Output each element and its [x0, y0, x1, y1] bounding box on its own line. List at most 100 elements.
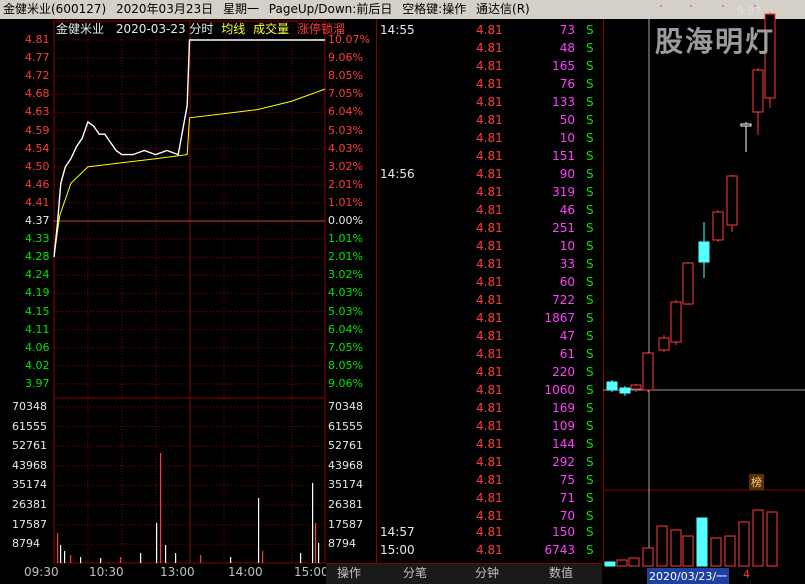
volume-tick-label: 70348 — [328, 400, 363, 413]
tick-price: 4.81 — [476, 275, 503, 289]
volume-bar — [160, 453, 162, 563]
tick-row: 4.81 722 S — [376, 291, 602, 309]
pct-tick-label: 10.07% — [328, 33, 370, 46]
tab-operate[interactable]: 操作 — [330, 563, 368, 583]
tick-volume: 76 — [559, 77, 575, 91]
tick-time: 14:56 — [380, 167, 415, 181]
tick-volume: 60 — [559, 275, 575, 289]
tick-row: 14:55 4.81 73 S — [376, 21, 602, 39]
tick-price: 4.81 — [476, 401, 503, 415]
tick-row: 4.81 71 S — [376, 489, 602, 507]
tick-side: S — [586, 257, 594, 271]
volume-bar — [70, 555, 72, 563]
tick-price: 4.81 — [476, 59, 503, 73]
kline-volume-bars — [604, 509, 778, 567]
price-tick-label: 4.59 — [25, 123, 50, 137]
price-tick-label: 4.28 — [25, 250, 50, 264]
tick-price: 4.81 — [476, 239, 503, 253]
volume-tick-label: 26381 — [328, 498, 363, 511]
tick-price: 4.81 — [476, 473, 503, 487]
tick-price: 4.81 — [476, 95, 503, 109]
tick-side: S — [586, 113, 594, 127]
price-tick-label: 4.06 — [25, 340, 50, 354]
intraday-chart[interactable] — [0, 19, 376, 564]
candle-body — [642, 352, 654, 391]
tick-price: 4.81 — [476, 525, 503, 539]
candle-body — [658, 337, 670, 351]
tick-row: 4.81 251 S — [376, 219, 602, 237]
tick-row: 4.81 47 S — [376, 327, 602, 345]
tick-price: 4.81 — [476, 257, 503, 271]
pct-tick-label: 4.03% — [328, 141, 363, 155]
pct-tick-label: 4.03% — [328, 286, 363, 300]
tick-side: S — [586, 275, 594, 289]
volume-bars — [57, 453, 320, 563]
pct-tick-label: 2.01% — [328, 250, 363, 264]
price-tick-label: 4.11 — [25, 322, 50, 336]
pct-tick-label: 5.03% — [328, 304, 363, 318]
volume-tick-label: 17587 — [328, 517, 363, 531]
tick-time: 15:00 — [380, 543, 415, 557]
tick-side: S — [586, 401, 594, 415]
tick-row: 4.81 133 S — [376, 93, 602, 111]
volume-bar — [120, 557, 122, 563]
tick-side: S — [586, 329, 594, 343]
tick-price: 4.81 — [476, 419, 503, 433]
kline-volume-bar — [604, 561, 616, 567]
time-label: 09:30 — [24, 565, 59, 579]
volume-bar — [165, 545, 167, 563]
tick-row: 4.81 33 S — [376, 255, 602, 273]
kline-volume-bar — [628, 557, 640, 567]
volume-tick-label: 35174 — [12, 478, 47, 492]
pct-tick-label: 1.01% — [328, 195, 363, 209]
kline-chart[interactable]: 股海明灯 9.87 榜 2020/03/23/一 4 — [603, 0, 805, 584]
kline-volume-bar — [656, 525, 668, 567]
tick-row: 4.81 151 S — [376, 147, 602, 165]
volume-tick-label: 70348 — [12, 400, 47, 413]
tick-volume: 1867 — [544, 311, 575, 325]
volume-tick-label: 8794 — [328, 537, 356, 551]
price-tick-label: 4.54 — [25, 141, 50, 155]
pct-tick-label: 2.01% — [328, 177, 363, 191]
tick-time: 14:57 — [380, 525, 415, 539]
pct-tick-label: 5.03% — [328, 123, 363, 137]
high-price-label: 9.87 — [737, 5, 762, 18]
tick-price: 4.81 — [476, 23, 503, 37]
tick-side: S — [586, 347, 594, 361]
tick-volume: 220 — [552, 365, 575, 379]
tick-volume: 71 — [559, 491, 575, 505]
legend-avg: 均线 — [221, 22, 246, 36]
tick-volume: 292 — [552, 455, 575, 469]
volume-tick-label: 17587 — [12, 517, 47, 531]
tick-row: 4.81 75 S — [376, 471, 602, 489]
tick-side: S — [586, 239, 594, 253]
tick-row: 4.81 76 S — [376, 75, 602, 93]
pct-tick-label: 6.04% — [328, 322, 363, 336]
tick-side: S — [586, 383, 594, 397]
volume-bar — [140, 553, 142, 563]
tick-volume: 47 — [559, 329, 575, 343]
tick-volume: 10 — [559, 239, 575, 253]
volume-bar — [258, 498, 260, 563]
tick-price: 4.81 — [476, 437, 503, 451]
price-tick-label: 4.50 — [25, 159, 50, 173]
tick-row: 4.81 1060 S — [376, 381, 602, 399]
tab-minute[interactable]: 分钟 — [462, 563, 512, 583]
kline-volume-bar — [724, 535, 736, 567]
tick-price: 4.81 — [476, 383, 503, 397]
tick-row: 4.81 10 S — [376, 129, 602, 147]
tick-price: 4.81 — [476, 113, 503, 127]
kline-count-label: 4 — [743, 568, 750, 581]
tick-volume: 150 — [552, 525, 575, 539]
tab-ticks[interactable]: 分笔 — [390, 563, 440, 583]
pct-tick-label: 7.05% — [328, 340, 363, 354]
tab-values[interactable]: 数值 — [536, 563, 586, 583]
price-tick-label: 4.72 — [25, 69, 50, 83]
tick-volume: 48 — [559, 41, 575, 55]
tick-volume: 50 — [559, 113, 575, 127]
tick-price: 4.81 — [476, 347, 503, 361]
pct-tick-label: 3.02% — [328, 268, 363, 282]
tick-row: 14:57 4.81 150 S — [376, 523, 602, 541]
volume-bar — [318, 543, 320, 563]
kline-volume-bar — [670, 529, 682, 567]
